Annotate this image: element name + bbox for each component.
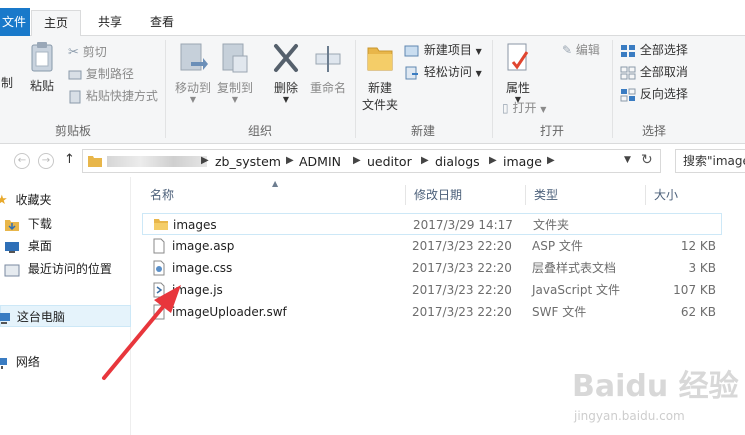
watermark-url-text: jingyan.baidu.com	[573, 409, 685, 423]
baidu-watermark: Baidu 经验 jingyan.baidu.com	[570, 360, 740, 430]
baidu-logo-watermark: Baidu 经验 jingyan.baidu.com	[572, 369, 739, 423]
watermark-brand-text: Baidu 经验	[572, 369, 739, 404]
